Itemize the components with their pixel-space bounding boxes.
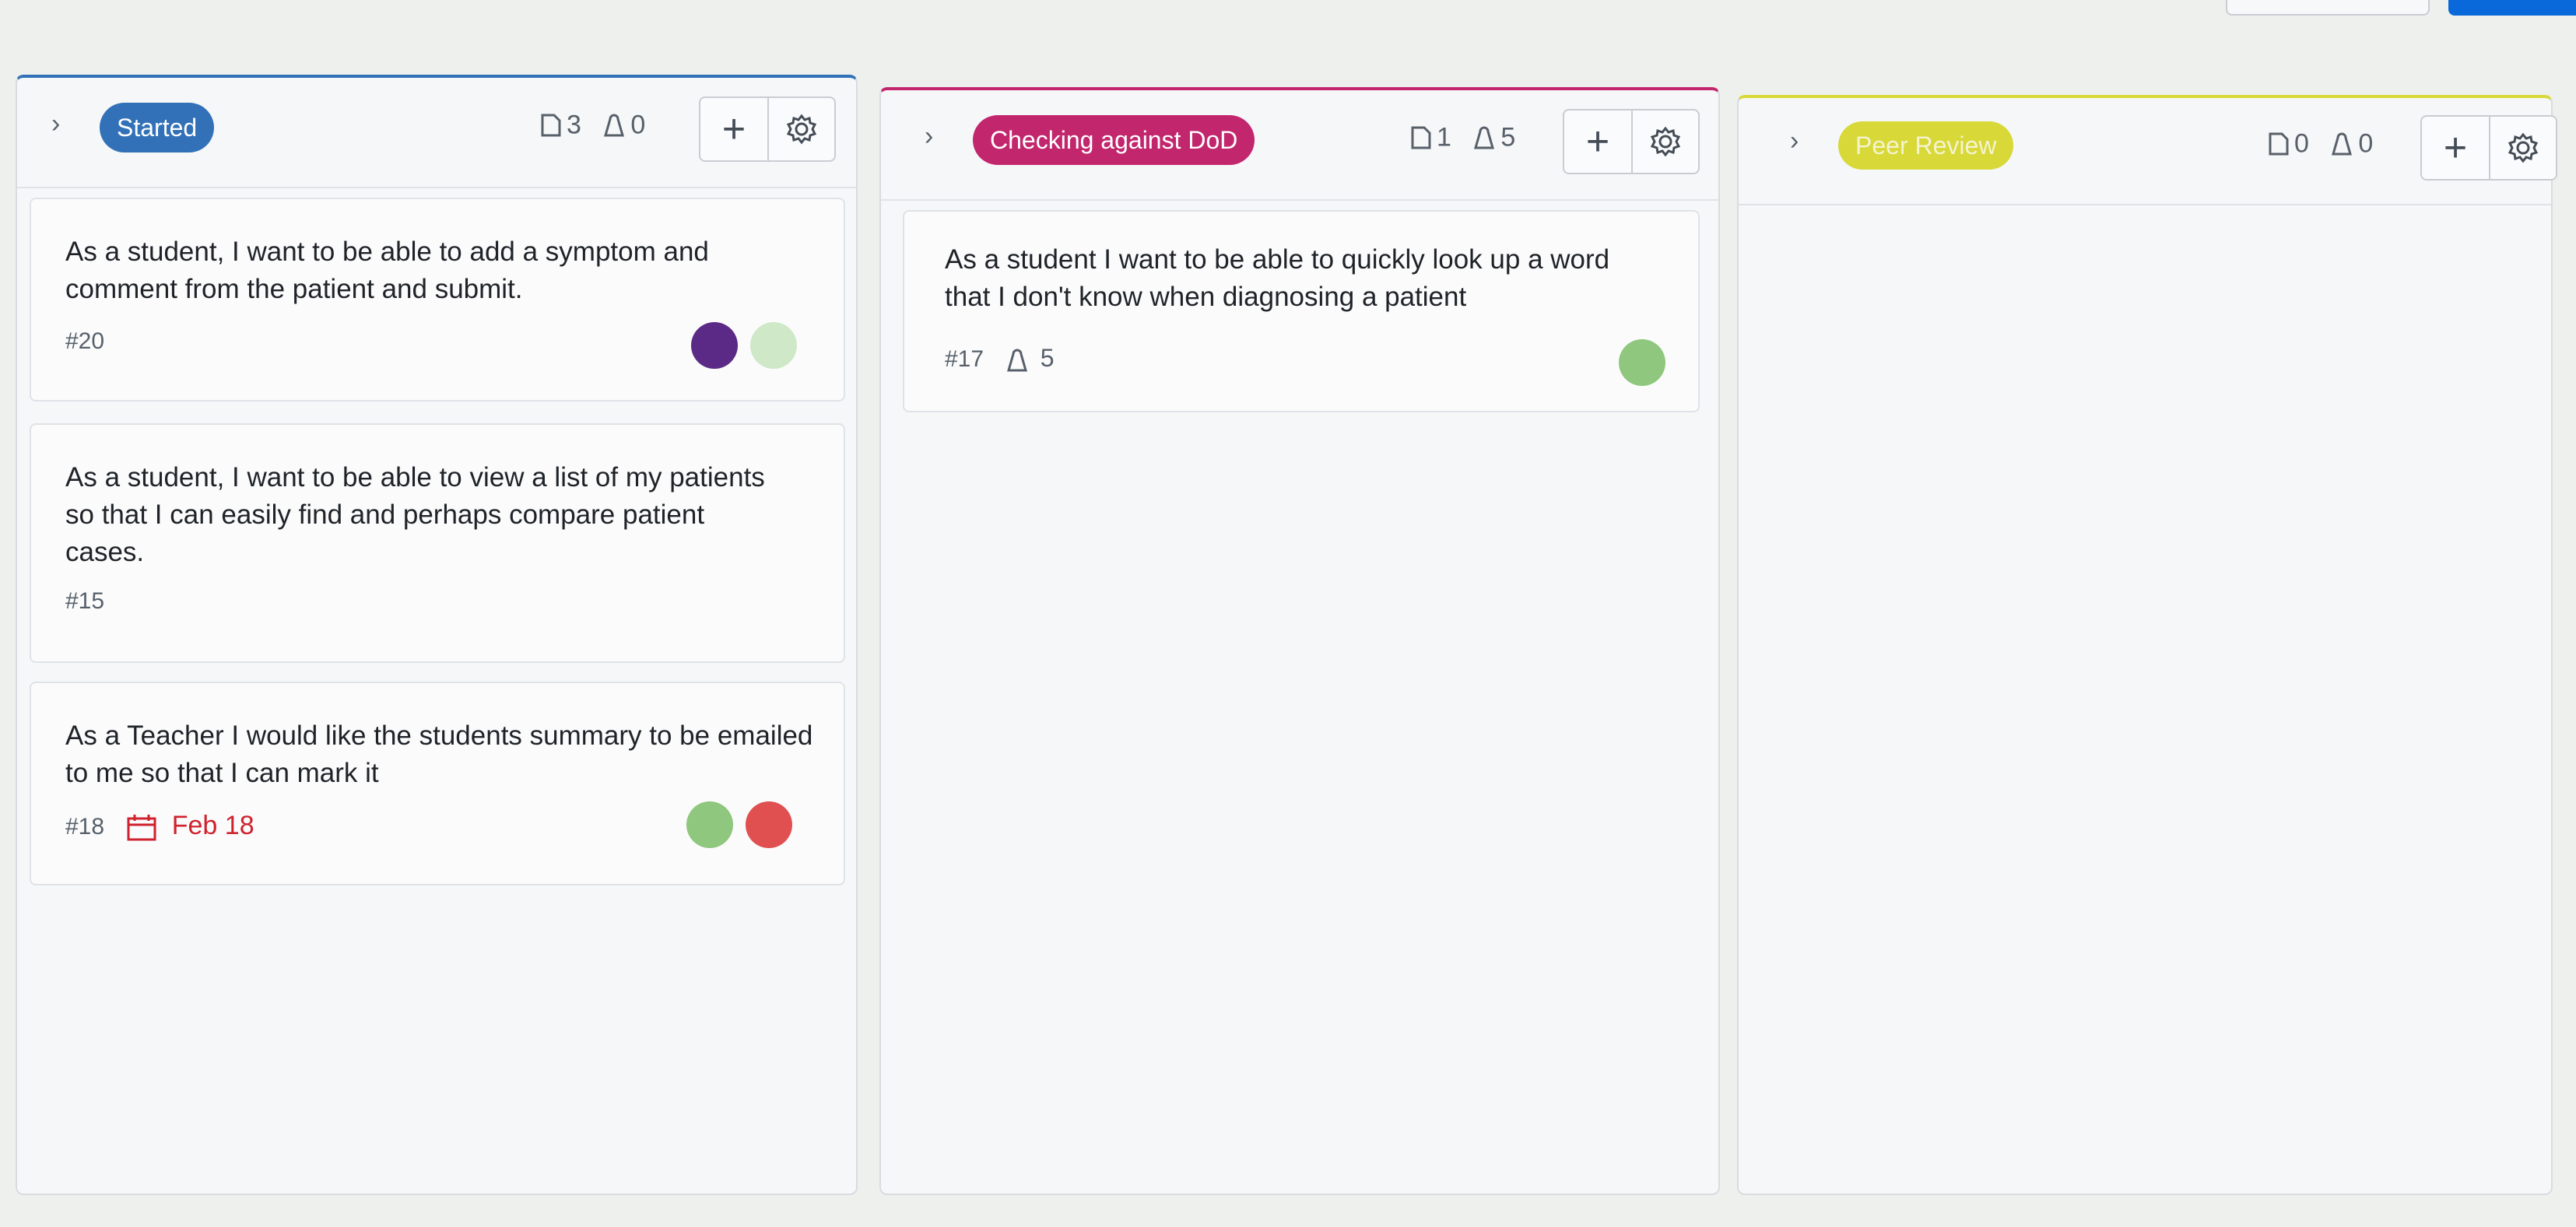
- column-name-badge: Started: [100, 103, 215, 152]
- estimate-count: 0: [630, 110, 646, 140]
- issue-card[interactable]: As a student, I want to be able to add a…: [30, 198, 845, 401]
- estimate-icon: [1474, 126, 1495, 149]
- card-meta: #17 5: [945, 344, 1055, 373]
- column-actions: +: [1563, 109, 1700, 174]
- estimate-icon: [2332, 132, 2353, 156]
- card-title[interactable]: As a student I want to be able to quickl…: [945, 241, 1645, 316]
- column-actions: +: [2420, 115, 2557, 181]
- item-count: 1: [1437, 122, 1451, 152]
- issue-number[interactable]: #18: [65, 814, 104, 840]
- column-settings-button[interactable]: [1633, 110, 1698, 173]
- column-counts: 3 0: [540, 109, 645, 141]
- add-item-button[interactable]: +: [2422, 117, 2490, 179]
- card-meta: #20: [65, 328, 104, 355]
- column-started: › Started 3 0 + As a student, I want to …: [16, 75, 858, 1195]
- column-header: › Peer Review 0 0 +: [1739, 98, 2557, 205]
- gear-icon: [1650, 126, 1681, 157]
- chevron-right-icon[interactable]: ›: [1790, 126, 1799, 156]
- add-item-button[interactable]: +: [700, 98, 769, 160]
- column-name-badge: Peer Review: [1838, 121, 2014, 170]
- column-checking-against-dod: › Checking against DoD 1 5 + As a studen…: [879, 87, 1720, 1195]
- item-count: 3: [567, 110, 581, 140]
- column-header: › Started 3 0 +: [17, 78, 856, 188]
- avatar[interactable]: [691, 322, 738, 369]
- item-count: 0: [2294, 128, 2309, 159]
- column-name-badge: Checking against DoD: [973, 115, 1255, 165]
- chevron-right-icon[interactable]: ›: [925, 121, 933, 152]
- column-counts: 1 5: [1410, 121, 1515, 153]
- estimate-icon: [604, 114, 625, 137]
- column-peer-review: › Peer Review 0 0 +: [1737, 95, 2557, 1195]
- calendar-icon: [127, 815, 156, 841]
- top-bar: [0, 0, 2576, 31]
- due-date: Feb 18: [171, 811, 254, 840]
- card-title[interactable]: As a student, I want to be able to add a…: [65, 233, 812, 308]
- issue-number[interactable]: #20: [65, 328, 104, 354]
- column-counts: 0 0: [2268, 128, 2373, 160]
- column-settings-button[interactable]: [769, 98, 834, 160]
- avatar[interactable]: [746, 801, 792, 848]
- card-title[interactable]: As a student, I want to be able to view …: [65, 459, 766, 571]
- avatar[interactable]: [750, 322, 797, 369]
- issue-card[interactable]: As a student I want to be able to quickl…: [903, 210, 1700, 412]
- estimate-count: 0: [2358, 128, 2374, 159]
- top-button[interactable]: [2226, 0, 2430, 16]
- gear-icon: [786, 114, 817, 145]
- issue-count-icon: [541, 114, 561, 137]
- issue-card[interactable]: As a Teacher I would like the students s…: [30, 682, 845, 885]
- column-settings-button[interactable]: [2490, 117, 2556, 179]
- card-title[interactable]: As a Teacher I would like the students s…: [65, 717, 836, 792]
- column-actions: +: [699, 96, 836, 162]
- issue-card[interactable]: As a student, I want to be able to view …: [30, 423, 845, 663]
- avatar[interactable]: [1619, 339, 1665, 386]
- issue-count-icon: [1411, 126, 1431, 149]
- issue-count-icon: [2269, 132, 2289, 156]
- issue-number[interactable]: #17: [945, 346, 984, 372]
- card-meta: #18 Feb 18: [65, 811, 254, 842]
- card-meta: #15: [65, 588, 104, 615]
- chevron-right-icon[interactable]: ›: [51, 109, 60, 139]
- add-item-button[interactable]: +: [1564, 110, 1633, 173]
- avatar[interactable]: [686, 801, 733, 848]
- column-header: › Checking against DoD 1 5 +: [881, 90, 1718, 201]
- gear-icon: [2508, 132, 2539, 163]
- primary-button[interactable]: [2448, 0, 2576, 16]
- estimate-icon: [1007, 349, 1028, 372]
- estimate-count: 5: [1500, 122, 1516, 152]
- issue-number[interactable]: #15: [65, 588, 104, 614]
- card-estimate: 5: [1040, 344, 1055, 372]
